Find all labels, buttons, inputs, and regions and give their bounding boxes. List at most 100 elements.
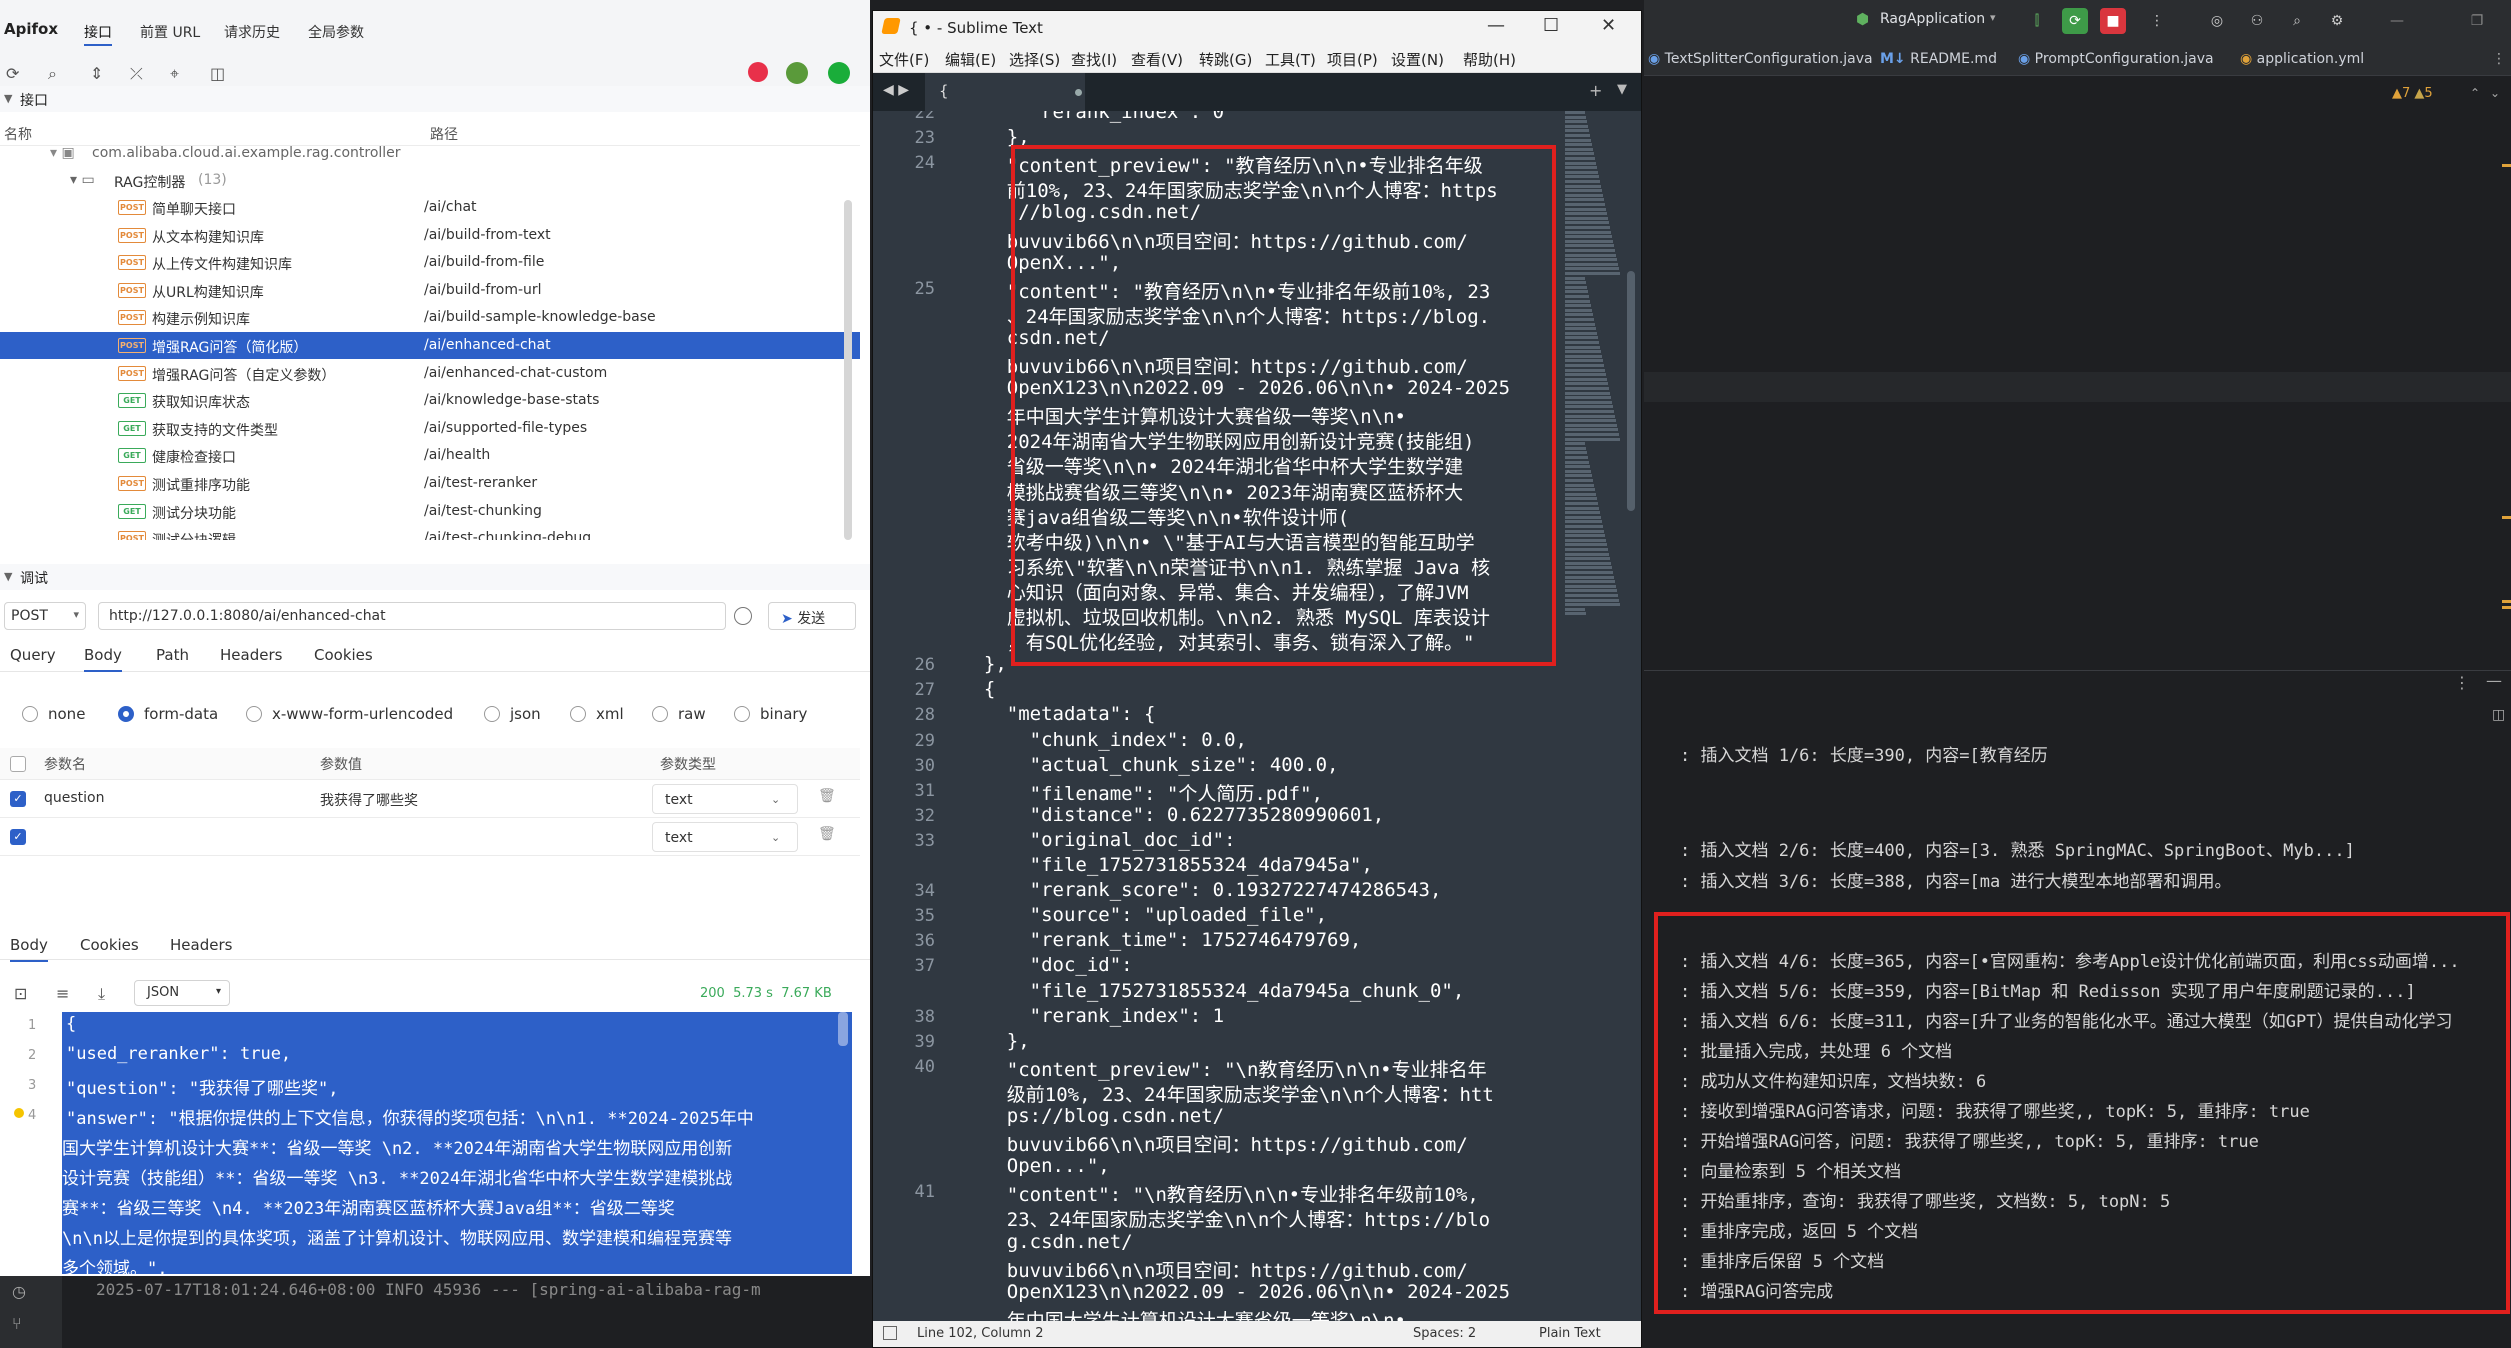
tab-prefix-url[interactable]: 前置 URL [140,22,200,42]
tab-untitled[interactable]: { [925,73,1085,111]
menu-item[interactable]: 工具(T) [1265,49,1316,70]
interfaces-section-header[interactable]: ▼ 接口 [0,86,870,112]
chevron-down-icon[interactable]: ⌄ [2490,86,2500,100]
method-select[interactable]: POST ▾ [4,602,86,630]
tab-promptconfig[interactable]: ◉ PromptConfiguration.java [2018,51,2214,67]
tab-body[interactable]: Body [84,646,122,672]
radio-json[interactable]: json [484,705,541,723]
minimize-icon[interactable]: — [2486,671,2502,690]
tab-nav-arrows-icon[interactable]: ◀ ▶ [883,82,909,98]
editor-scrollbar[interactable] [1627,271,1635,511]
tree-item-endpoint[interactable]: POST 测试重排序功能/ai/test-reranker [0,470,860,497]
tab-headers[interactable]: Headers [220,646,282,664]
ai-assistant-icon[interactable]: ◎ [2204,8,2230,34]
download-icon[interactable]: ⤓ [98,984,105,1004]
menu-item[interactable]: 查找(I) [1071,49,1117,70]
run-config-select[interactable]: RagApplication [1880,11,1985,27]
tab-list-icon[interactable]: ▼ [1617,82,1627,97]
url-input[interactable]: http://127.0.0.1:8080/ai/enhanced-chat [98,602,726,630]
bulb-icon[interactable] [14,1108,24,1118]
tree-item-endpoint[interactable]: GET 测试分块功能/ai/test-chunking [0,498,860,525]
tab-cookies[interactable]: Cookies [314,646,373,664]
menu-item[interactable]: 帮助(H) [1463,49,1516,70]
tree-item-endpoint[interactable]: POST 从URL构建知识库/ai/build-from-url [0,277,860,304]
response-scrollbar[interactable] [838,1012,848,1046]
tab-response-headers[interactable]: Headers [170,936,232,954]
tree-item-endpoint[interactable]: POST 从上传文件构建知识库/ai/build-from-file [0,249,860,276]
tab-interfaces[interactable]: 接口 [84,22,112,42]
rerun-icon[interactable]: ⟳ [2062,8,2088,34]
menu-item[interactable]: 选择(S) [1009,49,1060,70]
clock-icon[interactable]: ◷ [12,1282,26,1301]
tab-path[interactable]: Path [156,646,189,664]
tab-response-body[interactable]: Body [10,936,48,962]
param-type-select[interactable]: text ⌄ [652,822,798,852]
response-format-select[interactable]: JSON ▾ [134,980,230,1006]
trash-icon[interactable]: 🗑 [818,788,836,804]
refresh-icon[interactable]: ⟳ [6,64,19,83]
wrap-icon[interactable]: ≡ [56,984,69,1003]
tree-folder[interactable]: ▾ ▭ RAG控制器 (13) [0,167,860,194]
param-name-input[interactable]: question [44,790,104,806]
menu-item[interactable]: 查看(V) [1131,49,1183,70]
send-button[interactable]: ➤ 发送 [768,602,856,630]
wechat-icon[interactable] [828,62,850,84]
menu-item[interactable]: 转跳(G) [1199,49,1252,70]
plugin-icon[interactable] [786,62,808,84]
syntax-mode[interactable]: Plain Text [1539,1326,1601,1341]
clock-icon[interactable] [734,607,752,625]
minimize-icon[interactable]: — [2384,8,2410,34]
maximize-icon[interactable]: ☐ [1543,15,1559,36]
trash-icon[interactable]: 🗑 [818,826,836,842]
tree-item-endpoint[interactable]: GET 健康检查接口/ai/health [0,442,860,469]
split-view-icon[interactable]: ◫ [210,64,225,83]
more-icon[interactable]: ⋮ [2144,8,2170,34]
unsaved-dot-icon[interactable] [1075,89,1082,96]
tree-item-endpoint[interactable]: POST 构建示例知识库/ai/build-sample-knowledge-ba… [0,304,860,331]
tree-item-endpoint[interactable]: POST 测试分块逻辑/ai/test-chunking-debug [0,525,860,540]
debug-section-header[interactable]: ▼ 调试 [0,564,870,590]
response-body[interactable]: { "used_reranker": true, "question": "我获… [62,1012,852,1274]
minimap[interactable] [1563,111,1623,631]
minimize-icon[interactable]: — [1487,15,1505,36]
gear-icon[interactable]: ⚙ [2324,8,2350,34]
radio-xml[interactable]: xml [570,705,624,723]
menu-item[interactable]: 项目(P) [1327,49,1378,70]
collapse-icon[interactable]: ⤫ [130,64,143,84]
stop-icon[interactable]: ■ [2100,8,2126,34]
cursor-position[interactable]: Line 102, Column 2 [917,1326,1044,1341]
restore-icon[interactable]: ❐ [2464,8,2490,34]
param-type-select[interactable]: text ⌄ [652,784,798,814]
chevron-down-icon[interactable]: ▾ [1990,11,1996,24]
row-checkbox[interactable]: ✓ [10,829,26,845]
new-tab-icon[interactable]: + [1589,81,1602,100]
tab-response-cookies[interactable]: Cookies [80,936,139,954]
tree-scrollbar[interactable] [844,200,852,540]
tab-query[interactable]: Query [10,646,56,664]
menu-item[interactable]: 编辑(E) [945,49,996,70]
menu-item[interactable]: 设置(N) [1391,49,1444,70]
tree-item-endpoint[interactable]: POST 简单聊天接口/ai/chat [0,194,860,221]
tree-item-endpoint[interactable]: POST 增强RAG问答（简化版） /ai/enhanced-chat [0,332,860,359]
record-icon[interactable] [748,62,768,82]
tab-request-history[interactable]: 请求历史 [224,22,280,42]
chevron-up-icon[interactable]: ⌃ [2470,86,2480,100]
search-icon[interactable]: ⌕ [48,64,57,84]
lock-icon[interactable]: ⊡ [14,984,27,1003]
locate-icon[interactable]: ⌖ [170,64,179,84]
param-value-input[interactable]: 我获得了哪些奖 [320,790,418,810]
more-icon[interactable]: ⋮ [2454,673,2470,692]
git-icon[interactable]: ⑂ [12,1314,22,1333]
menu-item[interactable]: 文件(F) [879,49,929,70]
tree-item-endpoint[interactable]: POST 增强RAG问答（自定义参数） /ai/enhanced-chat-cust… [0,360,860,387]
row-checkbox[interactable]: ✓ [10,791,26,807]
tab-global-params[interactable]: 全局参数 [308,22,364,42]
radio-none[interactable]: none [22,705,85,723]
radio-x-www-form-urlencoded[interactable]: x-www-form-urlencoded [246,705,453,723]
tree-item-endpoint[interactable]: POST 从文本构建知识库/ai/build-from-text [0,222,860,249]
tab-menu-icon[interactable]: ⋮ [2492,51,2506,67]
radio-raw[interactable]: raw [652,705,706,723]
warning-count[interactable]: ▲7 ▲5 [2392,86,2433,101]
tab-application-yml[interactable]: ◉ application.yml [2240,51,2364,67]
panel-toggle-icon[interactable] [883,1326,897,1340]
